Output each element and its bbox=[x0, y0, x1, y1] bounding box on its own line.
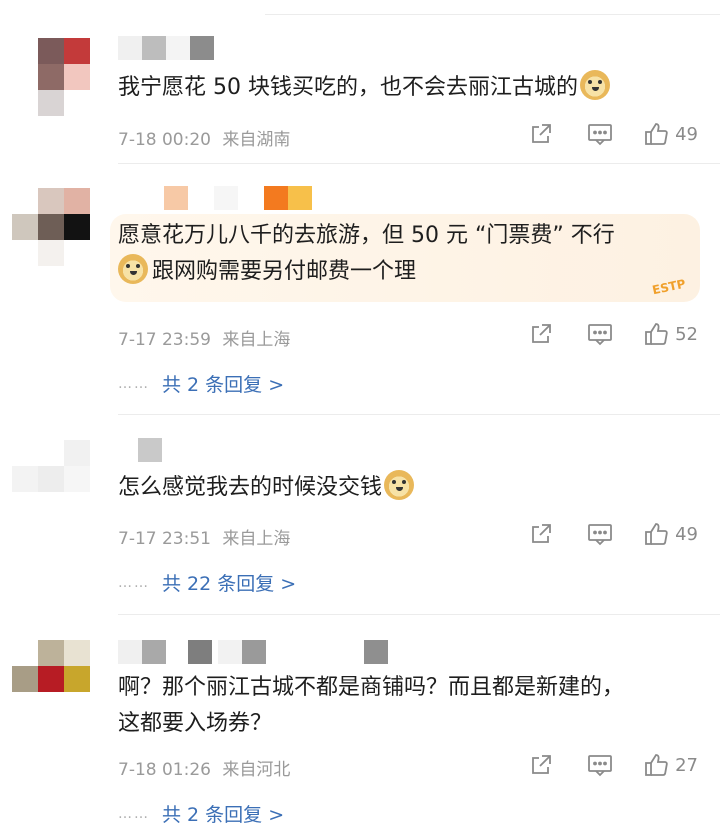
divider bbox=[118, 163, 720, 164]
doge-emoji bbox=[118, 254, 148, 284]
like-button[interactable]: 52 bbox=[643, 321, 698, 347]
doge-emoji bbox=[579, 70, 610, 100]
comment-4: 啊？那个丽江古城不都是商铺吗？而且都是新建的， 这都要入场券？ 7-18 01:… bbox=[0, 640, 720, 835]
thumbs-up-icon bbox=[645, 754, 668, 776]
comment-text-line-1: 愿意花万儿八千的去旅游，但 50 元 “门票费” 不行 bbox=[118, 223, 615, 248]
comment-location: 来自河北 bbox=[222, 760, 291, 780]
comment-meta: 7-17 23:51 来自上海 bbox=[118, 524, 290, 549]
action-bar: 52 bbox=[529, 321, 698, 347]
comment-1: 我宁愿花 50 块钱买吃的，也不会去丽江古城的 7-18 00:20 来自湖南 … bbox=[0, 36, 720, 186]
replies-label: 共 22 条回复 > bbox=[162, 573, 297, 595]
comment-location: 来自上海 bbox=[222, 529, 291, 549]
comment-text-line-2: 这都要入场券？ bbox=[118, 711, 273, 736]
thumbs-up-icon bbox=[645, 323, 668, 345]
share-button[interactable] bbox=[529, 753, 553, 777]
avatar[interactable] bbox=[10, 36, 100, 126]
comment-button[interactable] bbox=[587, 522, 613, 546]
action-bar: 49 bbox=[529, 521, 698, 547]
comment-icon bbox=[588, 324, 612, 346]
comment-meta: 7-17 23:59 来自上海 bbox=[118, 325, 290, 350]
comment-text: 啊？那个丽江古城不都是商铺吗？而且都是新建的， 这都要入场券？ bbox=[118, 670, 696, 742]
divider bbox=[118, 614, 720, 615]
comment-date: 7-18 00:20 bbox=[118, 130, 211, 150]
comment-location: 来自上海 bbox=[222, 330, 291, 350]
comment-date: 7-17 23:59 bbox=[118, 330, 211, 350]
top-divider bbox=[265, 14, 720, 15]
view-replies-link[interactable]: …… 共 2 条回复 > bbox=[118, 800, 284, 827]
replies-label: 共 2 条回复 > bbox=[162, 374, 285, 396]
thumbs-up-icon bbox=[645, 123, 668, 145]
action-bar: 49 bbox=[529, 121, 698, 147]
reply-dots: …… bbox=[118, 375, 150, 392]
comment-meta: 7-18 01:26 来自河北 bbox=[118, 755, 290, 780]
share-icon bbox=[532, 755, 551, 774]
action-bar: 27 bbox=[529, 752, 698, 778]
share-icon bbox=[532, 324, 551, 343]
like-count: 27 bbox=[675, 754, 698, 776]
share-icon bbox=[532, 524, 551, 543]
comment-3: 怎么感觉我去的时候没交钱 7-17 23:51 来自上海 49 …… 共 22 … bbox=[0, 438, 720, 615]
avatar[interactable] bbox=[10, 640, 100, 730]
view-replies-link[interactable]: …… 共 22 条回复 > bbox=[118, 569, 296, 596]
comment-2: ESTP 愿意花万儿八千的去旅游，但 50 元 “门票费” 不行 跟网购需要另付… bbox=[0, 186, 720, 415]
comment-icon bbox=[588, 524, 612, 546]
comment-icon bbox=[588, 755, 612, 777]
comment-text: 怎么感觉我去的时候没交钱 bbox=[118, 470, 696, 506]
divider bbox=[118, 414, 720, 415]
share-icon bbox=[532, 124, 551, 143]
like-button[interactable]: 49 bbox=[643, 121, 698, 147]
like-count: 49 bbox=[675, 523, 698, 545]
like-button[interactable]: 49 bbox=[643, 521, 698, 547]
doge-emoji bbox=[384, 470, 415, 500]
like-count: 49 bbox=[675, 123, 698, 145]
avatar[interactable] bbox=[10, 186, 100, 276]
comment-location: 来自湖南 bbox=[222, 130, 291, 150]
share-button[interactable] bbox=[529, 322, 553, 346]
comment-button[interactable] bbox=[587, 753, 613, 777]
comment-date: 7-18 01:26 bbox=[118, 760, 211, 780]
comment-text-line-1: 啊？那个丽江古城不都是商铺吗？而且都是新建的， bbox=[118, 675, 625, 700]
comment-button[interactable] bbox=[587, 122, 613, 146]
comment-button[interactable] bbox=[587, 322, 613, 346]
avatar[interactable] bbox=[10, 438, 100, 528]
comment-text-line-2: 跟网购需要另付邮费一个理 bbox=[118, 254, 696, 290]
reply-dots: …… bbox=[118, 574, 150, 591]
share-button[interactable] bbox=[529, 522, 553, 546]
comment-text: 我宁愿花 50 块钱买吃的，也不会去丽江古城的 bbox=[118, 70, 696, 106]
comment-text: 愿意花万儿八千的去旅游，但 50 元 “门票费” 不行 跟网购需要另付邮费一个理 bbox=[118, 218, 696, 290]
like-button[interactable]: 27 bbox=[643, 752, 698, 778]
like-count: 52 bbox=[675, 323, 698, 345]
share-button[interactable] bbox=[529, 122, 553, 146]
view-replies-link[interactable]: …… 共 2 条回复 > bbox=[118, 370, 284, 397]
comment-date: 7-17 23:51 bbox=[118, 529, 211, 549]
reply-dots: …… bbox=[118, 805, 150, 822]
comment-icon bbox=[588, 124, 612, 146]
comment-meta: 7-18 00:20 来自湖南 bbox=[118, 125, 290, 150]
replies-label: 共 2 条回复 > bbox=[162, 804, 285, 826]
thumbs-up-icon bbox=[645, 523, 668, 545]
